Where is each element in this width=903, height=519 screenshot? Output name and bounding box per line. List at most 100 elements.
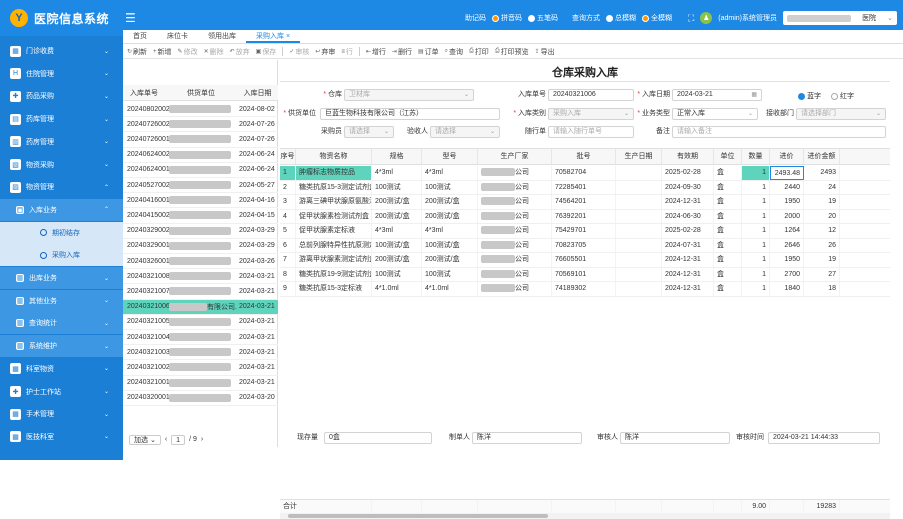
receipt-list-row[interactable]: 20240320001 2024-03-20 — [123, 391, 278, 406]
grid-cell-qty[interactable]: 1 — [742, 180, 770, 194]
grid-row[interactable]: 1 肿瘤标志物质控品 4*3ml 4*3ml 公司 70582704 2025-02-28 盒… — [280, 166, 890, 181]
grid-cell-batch[interactable]: 75429701 — [552, 224, 616, 238]
grid-cell-mfg[interactable] — [616, 195, 662, 209]
receipt-list-row[interactable]: 20240416001 2024-04-16 — [123, 193, 278, 209]
grid-row[interactable]: 3游离三碘甲状腺原氨酸测试...200测试/盒200测试/盒公司74564201… — [280, 195, 890, 210]
grid-cell-unit[interactable]: 盒 — [714, 224, 742, 238]
grid-cell-amount[interactable]: 19 — [804, 195, 840, 209]
grid-cell-model[interactable]: 4*1.0ml — [422, 282, 478, 296]
user-name[interactable]: (admin)系统管理员 — [718, 13, 777, 23]
grid-cell-maker[interactable]: 公司 — [478, 195, 552, 209]
grid-cell-amount[interactable]: 24 — [804, 180, 840, 194]
grid-cell-mfg[interactable] — [616, 180, 662, 194]
grid-cell-batch[interactable]: 72285401 — [552, 180, 616, 194]
grid-cell-qty[interactable]: 1 — [742, 224, 770, 238]
grid-cell-seq[interactable]: 6 — [280, 238, 296, 252]
grid-row[interactable]: 9 糖类抗原15-3定标液 4*1.0ml 4*1.0ml 公司 74189302 2024… — [280, 282, 890, 297]
col-receipt-date[interactable]: 入库日期 — [237, 88, 278, 98]
sidebar-item[interactable]: ▤ 出库业务 ⌄ — [0, 267, 123, 289]
receipt-list-row[interactable]: 20240326001 2024-03-26 — [123, 254, 278, 270]
grid-cell-batch[interactable]: 74189302 — [552, 282, 616, 296]
grid-cell-price[interactable]: 2493.48 — [770, 166, 804, 180]
grid-cell-maker[interactable]: 公司 — [478, 282, 552, 296]
grid-cell-price[interactable]: 2440 — [770, 180, 804, 194]
scrollbar-thumb[interactable] — [288, 514, 548, 518]
grid-cell-batch[interactable]: 74564201 — [552, 195, 616, 209]
grid-cell-maker[interactable]: 公司 — [478, 267, 552, 281]
hospital-select[interactable]: 医院 ⌄ — [783, 11, 897, 25]
grid-cell-spec[interactable]: 4*1.0ml — [372, 282, 422, 296]
toolbar-button[interactable]: ⎙ 打印预览 — [495, 47, 529, 57]
grid-cell-exp[interactable]: 2024-06-30 — [662, 209, 714, 223]
grid-row[interactable]: 2 糖类抗原15-3测定试剂盒 100测试 100测试 公司 72285401 2024-0… — [280, 180, 890, 195]
grid-column-header[interactable]: 序号 — [280, 149, 296, 164]
grid-cell-seq[interactable]: 5 — [280, 224, 296, 238]
receipt-list-row[interactable]: 20240415002 2024-04-15 — [123, 208, 278, 224]
note-field[interactable]: 请输入备注 — [672, 126, 886, 138]
receipt-list-row[interactable]: 20240321001 2024-03-21 — [123, 376, 278, 391]
tab-requisition[interactable]: 领用出库 — [198, 31, 246, 43]
grid-cell-exp[interactable]: 2025-02-28 — [662, 224, 714, 238]
grid-cell-amount[interactable]: 18 — [804, 282, 840, 296]
toolbar-button[interactable]: ✓ 审核 — [289, 47, 309, 57]
grid-column-header[interactable]: 数量 — [742, 149, 770, 164]
grid-cell-name[interactable]: 糖类抗原19-9测定试剂盒 — [296, 267, 372, 281]
grid-cell-price[interactable]: 1950 — [770, 253, 804, 267]
grid-cell-mfg[interactable] — [616, 166, 662, 180]
grid-row[interactable]: 8 糖类抗原19-9测定试剂盒 100测试 100测试 公司 70569101 2024-1… — [280, 267, 890, 282]
tab-purchase-receipt[interactable]: 采购入库 × — [246, 31, 301, 43]
grid-cell-exp[interactable]: 2024-09-30 — [662, 180, 714, 194]
grid-row[interactable]: 6总前列腺特异性抗原测定试剂...100测试/盒100测试/盒公司7082370… — [280, 238, 890, 253]
grid-cell-price[interactable]: 1264 — [770, 224, 804, 238]
pager-mode-select[interactable]: 加选 ⌄ — [129, 434, 161, 445]
grid-cell-qty[interactable]: 1 — [742, 238, 770, 252]
grid-cell-seq[interactable]: 8 — [280, 267, 296, 281]
query-mode-full[interactable]: 全模糊 — [641, 13, 672, 23]
grid-cell-name[interactable]: 总前列腺特异性抗原测定试剂... — [296, 238, 372, 252]
grid-cell-unit[interactable]: 盒 — [714, 180, 742, 194]
radio-red[interactable]: 红字 — [831, 91, 854, 101]
receipt-no-field[interactable]: 20240321006 — [548, 89, 634, 101]
grid-cell-name[interactable]: 肿瘤标志物质控品 — [296, 166, 372, 180]
toolbar-button[interactable]: ⌕ 查询 — [445, 47, 463, 57]
toolbar-button[interactable]: + 新增 — [153, 47, 172, 57]
receipt-list-row[interactable]: 20240726002 2024-07-26 — [123, 117, 278, 133]
toolbar-button[interactable]: ↩ 弃审 — [315, 47, 335, 57]
grid-cell-mfg[interactable] — [616, 282, 662, 296]
grid-cell-seq[interactable]: 9 — [280, 282, 296, 296]
grid-row[interactable]: 4 促甲状腺素检测试剂盒 200测试/盒 200测试/盒 公司 76392201 2024-… — [280, 209, 890, 224]
grid-cell-model[interactable]: 4*3ml — [422, 166, 478, 180]
fullscreen-icon[interactable]: ⛶ — [688, 13, 694, 24]
menu-toggle-icon[interactable]: ☰ — [125, 11, 136, 25]
grid-column-header[interactable]: 进价 — [770, 149, 804, 164]
sidebar-item[interactable]: ▤ 系统维护 ⌄ — [0, 335, 123, 358]
grid-cell-price[interactable]: 1840 — [770, 282, 804, 296]
sidebar-item[interactable]: ▤ 查询统计 ⌄ — [0, 312, 123, 335]
sidebar-item[interactable]: 采购入库 — [0, 244, 123, 267]
grid-cell-model[interactable]: 200测试/盒 — [422, 195, 478, 209]
toolbar-button[interactable]: ▤ 订单 — [418, 47, 439, 57]
tab-home[interactable]: 首页 — [123, 31, 157, 43]
receipt-list-row[interactable]: 20240802002 2024-08-02 — [123, 102, 278, 118]
sidebar-item[interactable]: ▤ 其他业务 ⌄ — [0, 289, 123, 312]
grid-cell-unit[interactable]: 盒 — [714, 238, 742, 252]
sidebar-item[interactable]: H 住院管理 ⌄ — [0, 63, 123, 85]
grid-cell-qty[interactable]: 1 — [742, 282, 770, 296]
receipt-list-row[interactable]: 20240527002 2024-05-27 — [123, 178, 278, 194]
grid-cell-name[interactable]: 糖类抗原15-3定标液 — [296, 282, 372, 296]
grid-cell-price[interactable]: 2646 — [770, 238, 804, 252]
grid-column-header[interactable]: 生产日期 — [616, 149, 662, 164]
receipt-date-field[interactable]: 2024-03-21 ▦ — [672, 89, 762, 101]
grid-cell-qty[interactable]: 1 — [742, 166, 770, 180]
sidebar-item[interactable]: ▥ 药房管理 ⌄ — [0, 131, 123, 153]
grid-cell-amount[interactable]: 27 — [804, 267, 840, 281]
grid-cell-unit[interactable]: 盒 — [714, 267, 742, 281]
receipt-list-row[interactable]: 20240321008 2024-03-21 — [123, 269, 278, 285]
sidebar-item[interactable]: ▣ 入库业务 ⌃ — [0, 198, 123, 221]
grid-cell-amount[interactable]: 12 — [804, 224, 840, 238]
grid-cell-seq[interactable]: 2 — [280, 180, 296, 194]
grid-column-header[interactable]: 有效期 — [662, 149, 714, 164]
grid-cell-batch[interactable]: 70823705 — [552, 238, 616, 252]
follow-field[interactable]: 请输入随行单号 — [548, 126, 634, 138]
sidebar-item[interactable]: ▧ 物资采购 ⌄ — [0, 154, 123, 176]
